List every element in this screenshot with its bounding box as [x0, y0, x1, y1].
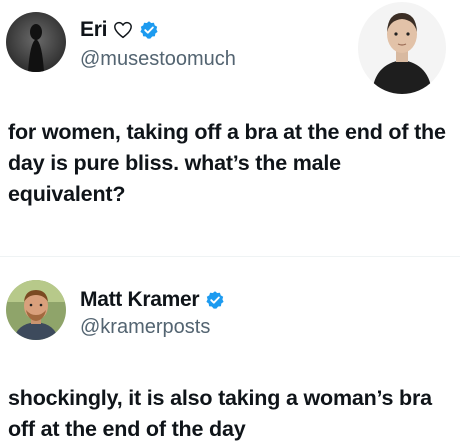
- tweet-text: for women, taking off a bra at the end o…: [8, 120, 446, 206]
- user-handle[interactable]: @musestoomuch: [80, 48, 236, 71]
- tweet-matt-kramer: Matt Kramer @kramerposts shockingly, it …: [0, 268, 460, 441]
- display-name[interactable]: Eri: [80, 18, 107, 42]
- display-name[interactable]: Matt Kramer: [80, 288, 200, 312]
- heart-outline-icon: [113, 21, 133, 39]
- tweet-eri: Eri @musestoomuch for women, taking off …: [0, 0, 460, 245]
- divider: [0, 256, 460, 257]
- avatar-corner-person: [358, 2, 446, 94]
- user-handle[interactable]: @kramerposts: [80, 316, 210, 339]
- name-row: Eri: [80, 18, 159, 42]
- avatar-matt-kramer[interactable]: [6, 280, 66, 340]
- avatar-eri[interactable]: [6, 12, 66, 72]
- tweet-text: shockingly, it is also taking a woman’s …: [8, 386, 432, 441]
- name-row: Matt Kramer: [80, 288, 225, 312]
- verified-badge-icon: [139, 20, 159, 40]
- verified-badge-icon: [205, 290, 225, 310]
